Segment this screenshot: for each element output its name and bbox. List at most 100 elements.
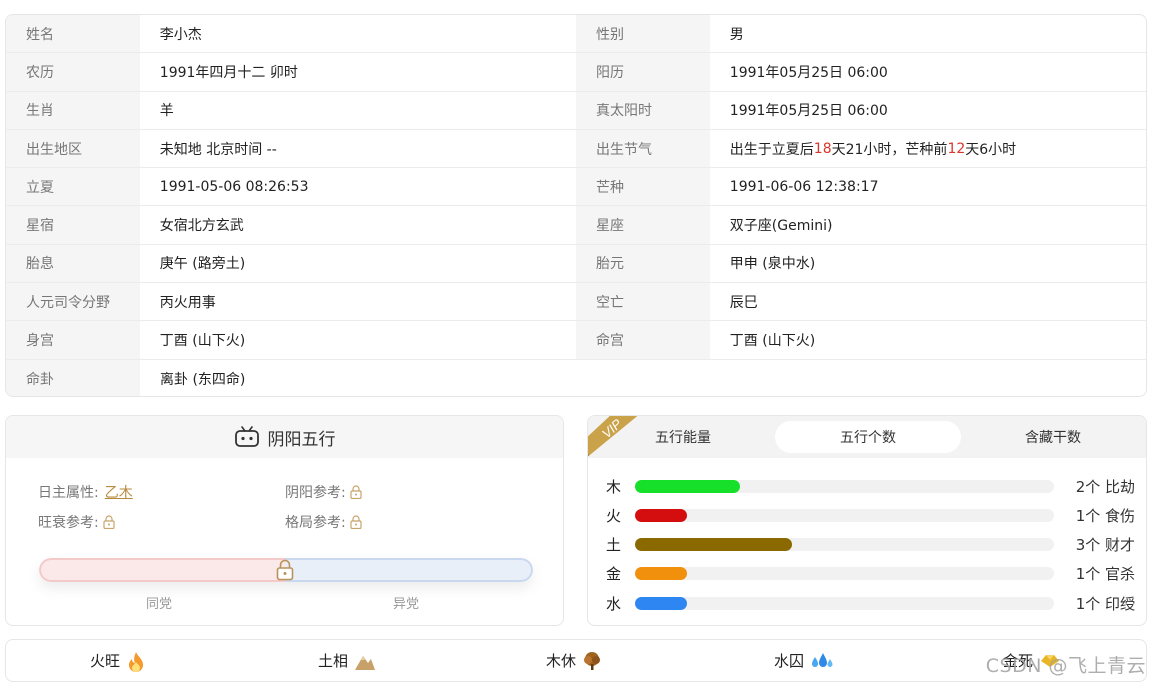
wuxing-row: 水 1个 印绶 (588, 593, 1146, 613)
info-value: 李小杰 (159, 26, 202, 43)
info-value: 1991年05月25日 06:00 (729, 64, 888, 81)
yinyang-panel: 阴阳五行 日主属性: 乙木 阴阳参考: 旺衰参考: 格局参考: 同党 异党 (5, 415, 564, 626)
wuxing-count-label: 2个 比劫 (1075, 478, 1135, 496)
bazi-info-table: 姓名 李小杰 性别 男 农历 1991年四月十二 卯时 阳历 1991年05月2… (5, 14, 1147, 397)
rizhu-field: 日主属性: 乙木 (38, 482, 133, 502)
info-value: 未知地 北京时间 -- (159, 141, 277, 158)
tree-icon (582, 651, 602, 671)
info-label: 农历 (6, 53, 140, 91)
yinyang-ref-field: 阴阳参考: (285, 482, 362, 502)
info-row: 星宿 女宿北方玄武 星座 双子座(Gemini) (6, 206, 1146, 245)
lock-icon[interactable] (350, 485, 362, 500)
info-value: 1991年四月十二 卯时 (159, 64, 298, 81)
info-label: 人元司令分野 (6, 283, 140, 321)
status-item-wood: 木休 (546, 650, 602, 671)
yinyang-header: 阴阳五行 (6, 416, 563, 458)
wuxing-panel: 五行能量 五行个数 含藏干数 VIP 木 2个 比劫火 1个 食伤土 3个 财才金 1个… (587, 415, 1147, 626)
yinyang-ref-label: 阴阳参考: (285, 485, 346, 501)
info-value: 双子座(Gemini) (729, 218, 833, 235)
info-row: 出生地区 未知地 北京时间 -- 出生节气 出生于立夏后 18 天21小时，芒种前 1… (6, 129, 1146, 169)
info-label: 命宫 (576, 321, 710, 359)
geju-ref-field: 格局参考: (285, 512, 362, 532)
wuxing-bar-fill (635, 480, 740, 493)
lock-icon[interactable] (350, 515, 362, 530)
wuxing-bar-fill (635, 538, 792, 551)
yidang-caption: 异党 (393, 597, 420, 612)
csdn-watermark: CSDN @飞上青云 (985, 655, 1146, 677)
wuxing-bar-track (635, 480, 1054, 493)
status-label: 水囚 (774, 652, 805, 670)
info-row: 农历 1991年四月十二 卯时 阳历 1991年05月25日 06:00 (6, 53, 1146, 92)
wuxing-bar-track (635, 567, 1054, 580)
info-value: 女宿北方玄武 (159, 218, 244, 235)
yidang-segment (286, 558, 533, 582)
info-label: 出生地区 (6, 129, 140, 168)
info-value: 庚午 (路旁土) (159, 256, 246, 273)
info-value: 1991-05-06 08:26:53 (159, 178, 309, 195)
info-value: 丁酉 (山下火) (729, 333, 816, 350)
info-label: 身宫 (6, 321, 140, 359)
vip-badge: VIP (588, 416, 645, 463)
status-label: 木休 (546, 652, 577, 670)
tongdang-segment (39, 558, 286, 582)
wuxing-tab-bar: 五行能量 五行个数 含藏干数 (588, 416, 1146, 458)
info-value: 羊 (159, 103, 174, 120)
solar-term-value: 出生于立夏后 18 天21小时，芒种前 12 天6小时 (710, 130, 1146, 167)
wuxing-element-name: 木 (606, 478, 622, 496)
info-value: 离卦 (东四命) (160, 371, 246, 388)
solar-term-days-before: 12 (947, 140, 966, 157)
flame-icon (126, 651, 146, 672)
wuxing-bar-fill (635, 597, 687, 610)
info-row: 生肖 羊 真太阳时 1991年05月25日 06:00 (6, 91, 1146, 130)
wuxing-count-label: 1个 官杀 (1075, 565, 1135, 583)
rizhu-value-link[interactable]: 乙木 (105, 482, 133, 502)
lock-icon[interactable] (276, 559, 294, 581)
water-drops-icon (810, 651, 833, 671)
wuxing-count-label: 3个 财才 (1075, 536, 1135, 554)
solar-term-days-after: 18 (813, 140, 832, 157)
tongdang-caption: 同党 (146, 597, 173, 612)
info-value: 1991年05月25日 06:00 (729, 103, 888, 120)
info-value: 1991-06-06 12:38:17 (729, 178, 879, 195)
info-label: 胎元 (576, 244, 710, 283)
status-item-fire: 火旺 (90, 650, 146, 672)
wuxing-element-name: 金 (606, 565, 622, 583)
wuxing-row: 火 1个 食伤 (588, 505, 1146, 525)
solar-term-text: 天6小时 (965, 141, 1017, 158)
info-value: 辰巳 (729, 294, 758, 311)
info-label: 阳历 (576, 53, 710, 91)
tab-wuxing-count[interactable]: 五行个数 (775, 421, 961, 453)
info-label: 姓名 (6, 15, 140, 53)
wuxing-bar-fill (635, 509, 687, 522)
info-label: 芒种 (576, 168, 710, 206)
tab-hidden-stems[interactable]: 含藏干数 (998, 421, 1108, 453)
solar-term-text: 出生于立夏后 (729, 141, 814, 158)
rizhu-label: 日主属性: (38, 485, 99, 501)
wuxing-count-label: 1个 印绶 (1075, 595, 1135, 613)
wuxing-bar-track (635, 509, 1054, 522)
wuxing-element-name: 火 (606, 507, 622, 525)
status-item-water: 水囚 (774, 650, 833, 671)
info-row: 人元司令分野 丙火用事 空亡 辰巳 (6, 283, 1146, 322)
info-value: 丁酉 (山下火) (159, 333, 246, 350)
info-label: 真太阳时 (576, 91, 710, 129)
wuxing-row: 金 1个 官杀 (588, 563, 1146, 583)
info-value: 丙火用事 (159, 294, 216, 311)
info-label: 命卦 (6, 359, 140, 396)
info-label: 立夏 (6, 168, 140, 206)
wuxing-bar-track (635, 538, 1054, 551)
geju-ref-label: 格局参考: (285, 515, 346, 531)
mountain-icon (354, 651, 376, 671)
info-row: 立夏 1991-05-06 08:26:53 芒种 1991-06-06 12:… (6, 168, 1146, 207)
wuxing-bar-track (635, 597, 1054, 610)
info-label: 性别 (576, 15, 710, 53)
info-label: 生肖 (6, 91, 140, 129)
info-row: 胎息 庚午 (路旁土) 胎元 甲申 (泉中水) (6, 244, 1146, 284)
info-row: 姓名 李小杰 性别 男 (6, 15, 1146, 54)
solar-term-text: 天21小时，芒种前 (831, 141, 948, 158)
wuxing-element-name: 土 (606, 536, 622, 554)
yinyang-title: 阴阳五行 (267, 429, 336, 450)
info-label: 出生节气 (576, 129, 710, 168)
lock-icon[interactable] (103, 515, 115, 530)
info-label: 星宿 (6, 206, 140, 244)
